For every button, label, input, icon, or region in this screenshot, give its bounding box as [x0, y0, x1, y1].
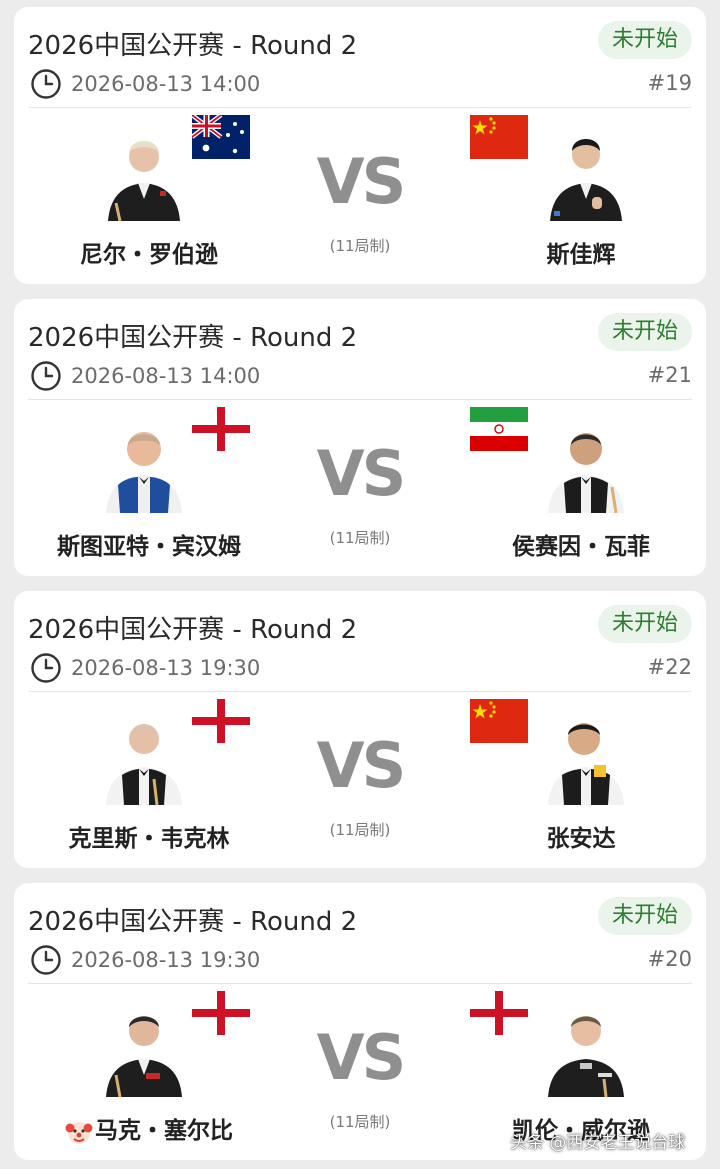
player-photo-left[interactable] — [94, 991, 194, 1097]
player-name-left[interactable]: 克里斯・韦克林 — [24, 819, 274, 853]
match-format: (11局制) — [329, 1113, 391, 1131]
england-flag-icon — [470, 991, 528, 1035]
player-name-right[interactable]: 侯赛因・瓦菲 — [456, 527, 706, 561]
match-title: 2026中国公开赛 - Round 2 — [28, 323, 358, 353]
player-photo-left[interactable] — [94, 407, 194, 513]
time-row: 2026-08-13 14:00 — [30, 67, 260, 101]
match-number: #20 — [647, 947, 692, 971]
match-format: (11局制) — [329, 821, 391, 839]
match-time: 2026-08-13 19:30 — [71, 656, 261, 680]
clock-icon — [31, 361, 61, 391]
match-number: #22 — [647, 655, 692, 679]
player-name-left[interactable]: 马克・塞尔比 — [24, 1111, 274, 1146]
match-number: #21 — [647, 363, 692, 387]
player-name-left[interactable]: 尼尔・罗伯逊 — [24, 235, 274, 269]
match-time: 2026-08-13 14:00 — [71, 72, 261, 96]
match-card[interactable]: 2026中国公开赛 - Round 2 未开始 2026-08-13 19:30… — [14, 591, 706, 868]
match-format: (11局制) — [329, 529, 391, 547]
status-badge: 未开始 — [597, 21, 692, 59]
england-flag-icon — [192, 699, 250, 743]
match-title: 2026中国公开赛 - Round 2 — [28, 31, 358, 61]
england-flag-icon — [192, 991, 250, 1035]
match-card[interactable]: 2026中国公开赛 - Round 2 未开始 2026-08-13 14:00… — [14, 299, 706, 576]
divider — [28, 399, 692, 400]
vs-label: VS — [316, 437, 407, 510]
match-time: 2026-08-13 19:30 — [71, 948, 261, 972]
vs-label: VS — [316, 145, 407, 218]
player-name-text: 马克・塞尔比 — [95, 1118, 233, 1144]
watermark: 头条 @西安老王说台球 — [510, 1133, 686, 1153]
clock-icon — [31, 69, 61, 99]
iran-flag-icon — [470, 407, 528, 451]
match-title: 2026中国公开赛 - Round 2 — [28, 615, 358, 645]
status-badge: 未开始 — [597, 897, 692, 935]
time-row: 2026-08-13 19:30 — [30, 943, 260, 977]
status-badge: 未开始 — [597, 313, 692, 351]
match-number: #19 — [647, 71, 692, 95]
player-photo-right[interactable] — [536, 115, 636, 221]
player-name-left[interactable]: 斯图亚特・宾汉姆 — [24, 527, 274, 561]
clock-icon — [31, 653, 61, 683]
player-photo-left[interactable] — [94, 115, 194, 221]
time-row: 2026-08-13 14:00 — [30, 359, 260, 393]
match-card[interactable]: 2026中国公开赛 - Round 2 未开始 2026-08-13 14:00… — [14, 7, 706, 284]
vs-label: VS — [316, 729, 407, 802]
australia-flag-icon — [192, 115, 250, 159]
divider — [28, 107, 692, 108]
clown-face-icon — [65, 1121, 93, 1144]
match-time: 2026-08-13 14:00 — [71, 364, 261, 388]
player-photo-right[interactable] — [536, 991, 636, 1097]
player-name-right[interactable]: 斯佳辉 — [456, 235, 706, 269]
player-photo-right[interactable] — [536, 407, 636, 513]
china-flag-icon — [470, 699, 528, 743]
divider — [28, 983, 692, 984]
england-flag-icon — [192, 407, 250, 451]
match-format: (11局制) — [329, 237, 391, 255]
player-photo-left[interactable] — [94, 699, 194, 805]
vs-label: VS — [316, 1021, 407, 1094]
divider — [28, 691, 692, 692]
clock-icon — [31, 945, 61, 975]
match-title: 2026中国公开赛 - Round 2 — [28, 907, 358, 937]
match-card[interactable]: 2026中国公开赛 - Round 2 未开始 2026-08-13 19:30… — [14, 883, 706, 1160]
player-name-right[interactable]: 张安达 — [456, 819, 706, 853]
time-row: 2026-08-13 19:30 — [30, 651, 260, 685]
china-flag-icon — [470, 115, 528, 159]
status-badge: 未开始 — [597, 605, 692, 643]
player-photo-right[interactable] — [536, 699, 636, 805]
